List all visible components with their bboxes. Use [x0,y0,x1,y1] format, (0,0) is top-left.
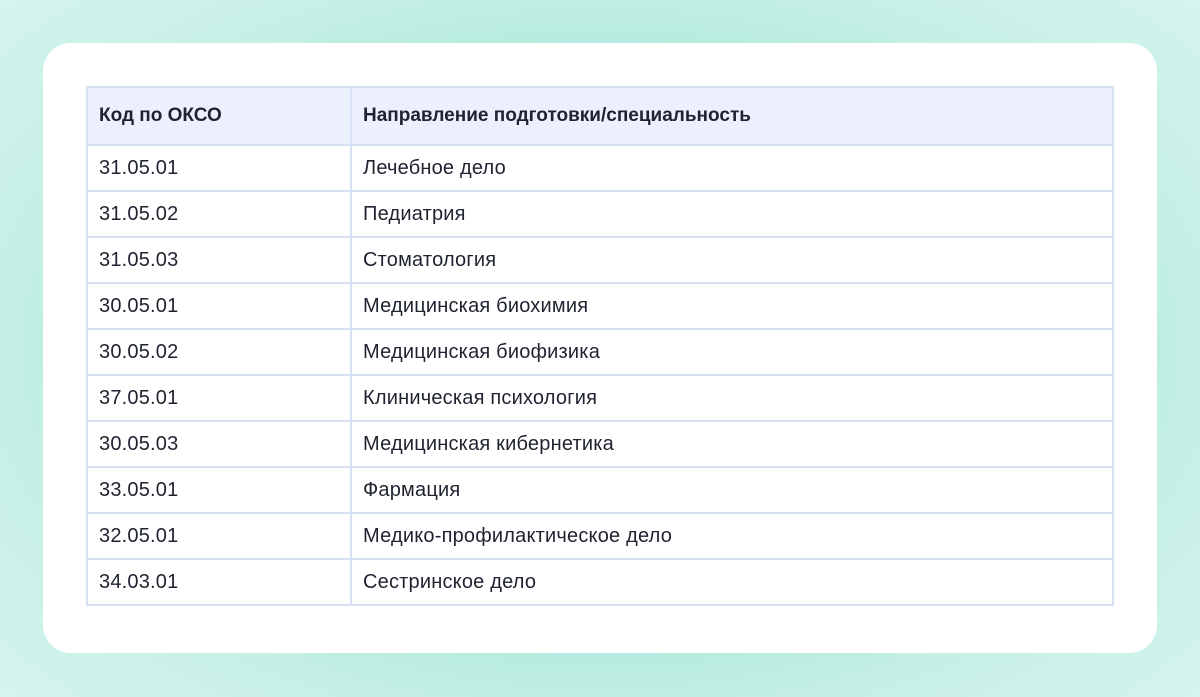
table-row: 30.05.03 Медицинская кибернетика [86,420,1114,468]
cell-code: 31.05.01 [86,144,352,192]
cell-specialty: Медицинская кибернетика [350,420,1114,468]
table-row: 30.05.01 Медицинская биохимия [86,282,1114,330]
cell-code: 33.05.01 [86,466,352,514]
cell-code: 37.05.01 [86,374,352,422]
table-row: 32.05.01 Медико-профилактическое дело [86,512,1114,560]
cell-specialty: Медицинская биохимия [350,282,1114,330]
cell-specialty: Клиническая психология [350,374,1114,422]
content-card: Код по ОКСО Направление подготовки/специ… [43,43,1157,653]
cell-code: 32.05.01 [86,512,352,560]
table-row: 37.05.01 Клиническая психология [86,374,1114,422]
cell-specialty: Сестринское дело [350,558,1114,606]
table-row: 33.05.01 Фармация [86,466,1114,514]
cell-code: 30.05.01 [86,282,352,330]
cell-specialty: Медико-профилактическое дело [350,512,1114,560]
table-row: 30.05.02 Медицинская биофизика [86,328,1114,376]
specialties-table: Код по ОКСО Направление подготовки/специ… [86,86,1114,606]
cell-specialty: Медицинская биофизика [350,328,1114,376]
cell-specialty: Педиатрия [350,190,1114,238]
cell-code: 30.05.03 [86,420,352,468]
cell-specialty: Стоматология [350,236,1114,284]
cell-code: 31.05.02 [86,190,352,238]
header-specialty: Направление подготовки/специальность [350,86,1114,146]
table-row: 34.03.01 Сестринское дело [86,558,1114,606]
table-row: 31.05.01 Лечебное дело [86,144,1114,192]
cell-code: 30.05.02 [86,328,352,376]
header-code: Код по ОКСО [86,86,352,146]
table-row: 31.05.03 Стоматология [86,236,1114,284]
cell-code: 31.05.03 [86,236,352,284]
cell-specialty: Лечебное дело [350,144,1114,192]
cell-code: 34.03.01 [86,558,352,606]
table-header-row: Код по ОКСО Направление подготовки/специ… [86,86,1114,146]
table-row: 31.05.02 Педиатрия [86,190,1114,238]
cell-specialty: Фармация [350,466,1114,514]
